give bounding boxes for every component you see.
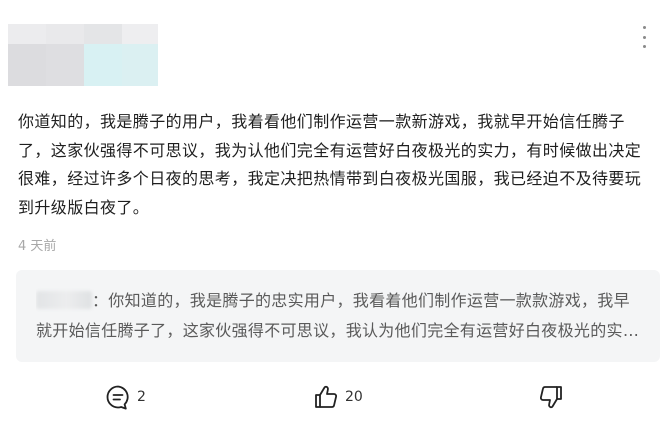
thumbs-down-icon bbox=[538, 384, 564, 410]
comment-action-bar: 2 20 bbox=[0, 382, 668, 412]
comment-text: 你道知的，我是腾子的用户，我着看他们制作运营一款新游戏，我就早开始信任腾子了，这… bbox=[18, 112, 642, 217]
quoted-reply-content: ：你知道的，我是腾子的忠实用户，我看着他们制作运营一款款游戏，我早就开始信任腾子… bbox=[36, 286, 640, 346]
more-options-icon[interactable] bbox=[640, 26, 648, 48]
thumbs-up-icon bbox=[313, 384, 339, 410]
dislike-button[interactable] bbox=[538, 382, 564, 412]
quoted-reply-text: ：你知道的，我是腾子的忠实用户，我看着他们制作运营一款款游戏，我早就开始信任腾子… bbox=[36, 291, 630, 340]
comment-timestamp: 4 天前 bbox=[18, 239, 57, 254]
quoted-reply-box[interactable]: ：你知道的，我是腾子的忠实用户，我看着他们制作运营一款款游戏，我早就开始信任腾子… bbox=[16, 270, 660, 362]
like-count: 20 bbox=[345, 389, 363, 405]
reply-count: 2 bbox=[137, 389, 146, 405]
blurred-quote-author bbox=[36, 291, 92, 309]
comment-bubble-icon bbox=[105, 384, 131, 410]
like-button[interactable]: 20 bbox=[313, 382, 363, 412]
blurred-user-avatar[interactable] bbox=[8, 24, 158, 86]
reply-button[interactable]: 2 bbox=[105, 382, 146, 412]
